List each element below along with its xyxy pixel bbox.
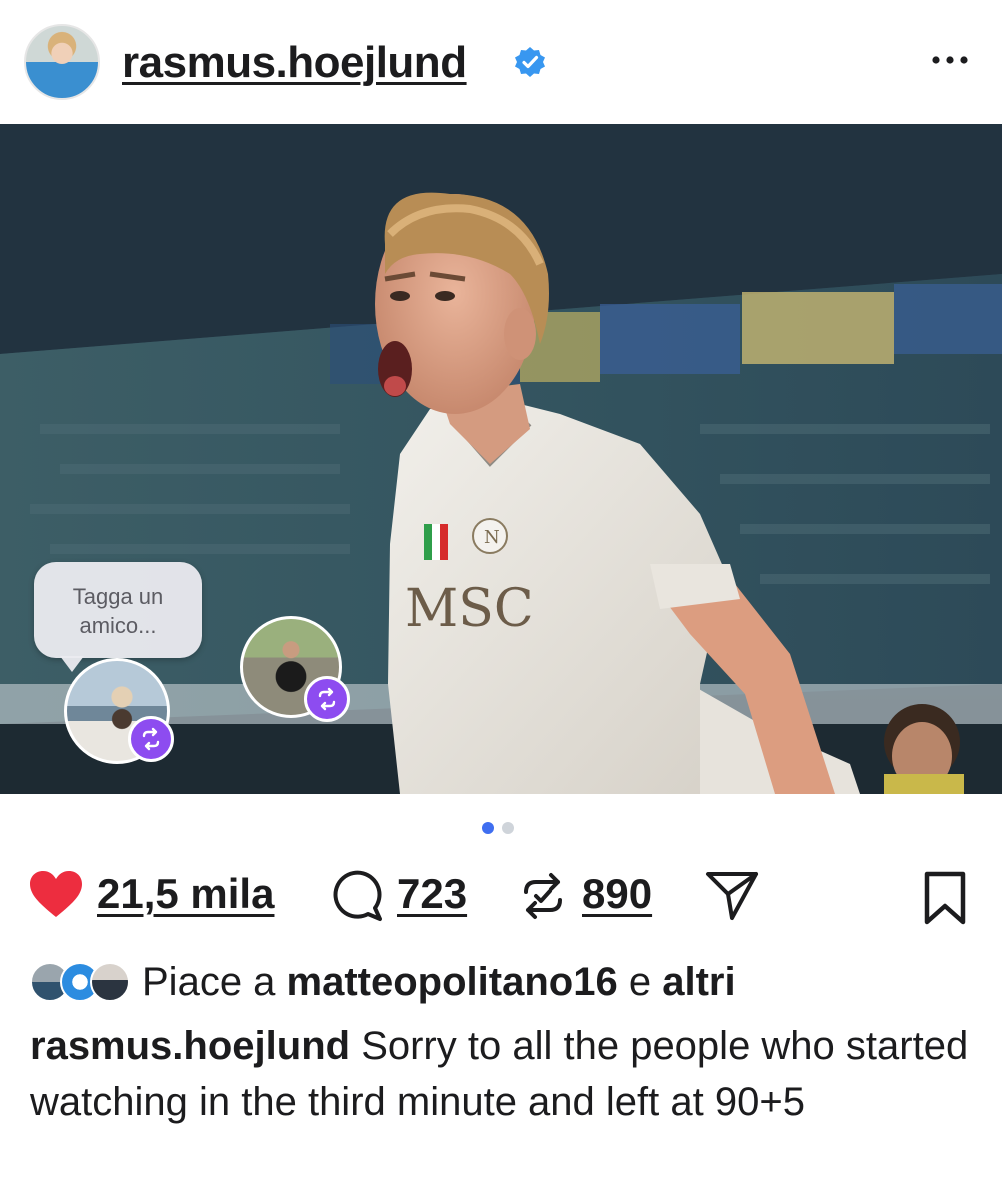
post-username[interactable]: rasmus.hoejlund (122, 38, 467, 88)
carousel-indicator (482, 822, 522, 834)
tag-prompt-line2: amico... (79, 613, 157, 638)
carousel-dot (502, 822, 514, 834)
svg-text:N: N (484, 527, 500, 548)
post-photo[interactable]: N MSC Tagga un amico... (0, 124, 1002, 794)
comments-count[interactable]: 723 (397, 870, 467, 918)
liked-by-others[interactable]: altri (662, 960, 735, 1004)
share-icon[interactable] (704, 868, 760, 922)
repost-icon (318, 687, 336, 711)
action-bar: 21,5 mila 723 890 (0, 860, 1002, 930)
verified-icon (515, 47, 545, 77)
tag-prompt-line1: Tagga un (72, 584, 164, 609)
jersey-sponsor: MSC (405, 579, 534, 639)
comment-icon[interactable] (330, 870, 384, 922)
post-header: rasmus.hoejlund (0, 0, 1002, 124)
heart-icon[interactable] (28, 870, 84, 920)
repost-icon[interactable] (518, 870, 568, 922)
repost-badge-2[interactable] (304, 676, 350, 722)
caption-username[interactable]: rasmus.hoejlund (30, 1024, 350, 1068)
repost-icon (142, 727, 160, 751)
liked-by-text: Piace a matteopolitano16 e altri (142, 958, 736, 1006)
tag-friend-bubble[interactable]: Tagga un amico... (34, 562, 202, 672)
post-caption: rasmus.hoejlund Sorry to all the people … (30, 1018, 970, 1130)
liked-by-user[interactable]: matteopolitano16 (287, 960, 618, 1004)
liker-avatar (90, 962, 130, 1002)
likes-count[interactable]: 21,5 mila (97, 870, 274, 918)
reposts-count[interactable]: 890 (582, 870, 652, 918)
bookmark-icon[interactable] (922, 870, 968, 926)
carousel-dot-active (482, 822, 494, 834)
more-icon[interactable] (928, 40, 972, 80)
repost-badge-1[interactable] (128, 716, 174, 762)
liked-by-prefix: Piace a (142, 960, 276, 1004)
liked-by-connector: e (628, 960, 652, 1004)
profile-avatar[interactable] (24, 24, 100, 100)
liked-by-row[interactable]: Piace a matteopolitano16 e altri (30, 958, 980, 1008)
